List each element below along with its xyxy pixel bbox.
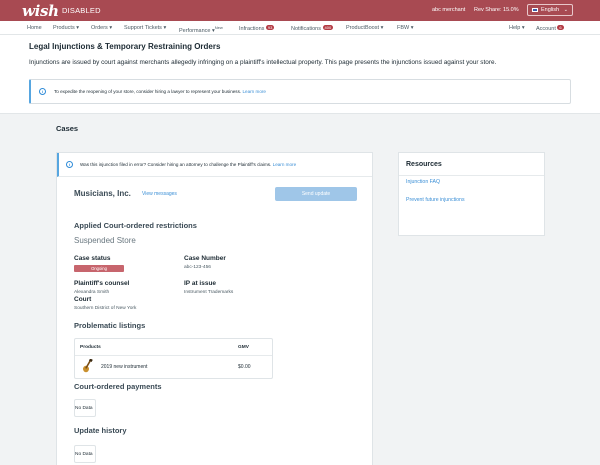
infractions-badge: 93 — [265, 25, 275, 30]
case-status-label: Case status — [74, 255, 111, 262]
tip-text: Was this injunction filed in error? Cons… — [80, 162, 297, 167]
wish-logo[interactable]: wish — [22, 2, 59, 20]
lightbulb-icon: i — [39, 88, 46, 95]
product-gmv: $0.00 — [238, 364, 251, 370]
history-heading: Update history — [74, 426, 127, 435]
notifications-badge: 400 — [322, 25, 334, 30]
nav-fbw[interactable]: FBW ▾ — [397, 25, 414, 31]
court-label: Court — [74, 296, 92, 303]
ip-label: IP at issue — [184, 280, 217, 287]
account-badge: 6 — [557, 25, 564, 30]
resources-title: Resources — [406, 161, 442, 168]
case-number-label: Case Number — [184, 255, 226, 262]
main-nav: Home Products ▾ Orders ▾ Support Tickets… — [0, 21, 600, 35]
chevron-down-icon: ▾ — [109, 25, 113, 31]
counsel-label: Plaintiff's counsel — [74, 280, 130, 287]
send-update-button[interactable]: Send update — [275, 187, 357, 201]
col-gmv: GMV — [238, 345, 249, 350]
flag-icon — [532, 8, 538, 12]
cases-heading: Cases — [56, 124, 79, 133]
chevron-down-icon: ▾ — [521, 25, 525, 31]
language-label: English — [541, 7, 560, 13]
listings-table: Products GMV 2019 new instrument $0.00 — [74, 338, 273, 379]
case-number-value: abc-123-456 — [184, 265, 211, 270]
court-value: Southern District of New York — [74, 306, 137, 311]
nav-notifications[interactable]: Notifications 400 — [291, 25, 334, 32]
table-header: Products GMV — [75, 339, 272, 356]
case-card: i Was this injunction filed in error? Co… — [56, 152, 373, 465]
chevron-down-icon: ▾ — [163, 25, 167, 31]
product-thumbnail[interactable] — [82, 358, 94, 373]
page-description: Injunctions are issued by court against … — [29, 59, 497, 66]
lightbulb-icon: i — [66, 161, 73, 168]
new-tag: New — [214, 25, 223, 30]
ip-value: Instrument Trademarks — [184, 290, 234, 295]
status-badge: Ongoing — [74, 265, 124, 272]
divider — [399, 175, 544, 176]
top-bar: wish DISABLED abc merchant Rev Share: 15… — [0, 0, 600, 21]
payments-empty: No Data — [74, 399, 96, 417]
nav-account[interactable]: Account 6 — [536, 25, 564, 32]
header-panel: Legal Injunctions & Temporary Restrainin… — [0, 35, 600, 114]
disabled-tag: DISABLED — [62, 6, 101, 15]
restriction-value: Suspended Store — [74, 236, 136, 245]
lawyer-tip-banner: i To expedite the reopening of your stor… — [29, 79, 571, 104]
tip-text: To expedite the reopening of your store,… — [54, 89, 266, 94]
rev-share: Rev Share: 15.0% — [474, 7, 519, 13]
nav-home[interactable]: Home — [27, 25, 42, 31]
history-empty: No Data — [74, 445, 96, 463]
nav-products[interactable]: Products ▾ — [53, 25, 79, 31]
nav-infractions[interactable]: Infractions 93 — [239, 25, 275, 32]
chevron-down-icon: ▾ — [380, 25, 384, 31]
nav-performance[interactable]: Performance ▾New — [179, 25, 223, 34]
counsel-value: Alexandra Smith — [74, 290, 110, 295]
chevron-down-icon: ▾ — [76, 25, 80, 31]
chevron-down-icon: ⌄ — [563, 7, 568, 13]
view-messages-link[interactable]: View messages — [142, 191, 177, 197]
no-data-text: No Data — [75, 406, 93, 411]
product-name[interactable]: 2019 new instrument — [101, 364, 147, 370]
page-title: Legal Injunctions & Temporary Restrainin… — [29, 42, 221, 51]
language-select[interactable]: English ⌄ — [527, 4, 573, 16]
nav-support-tickets[interactable]: Support Tickets ▾ — [124, 25, 166, 31]
merchant-name: abc merchant — [432, 7, 466, 13]
injunction-faq-link[interactable]: Injunction FAQ — [406, 179, 440, 185]
listings-heading: Problematic listings — [74, 321, 146, 330]
nav-productboost[interactable]: ProductBoost ▾ — [346, 25, 383, 31]
resources-panel: Resources Injunction FAQ Prevent future … — [398, 152, 545, 236]
prevent-injunctions-link[interactable]: Prevent future injunctions — [406, 197, 465, 203]
plaintiff-name: Musicians, Inc. — [74, 189, 131, 198]
injunction-error-tip: i Was this injunction filed in error? Co… — [57, 153, 372, 177]
learn-more-link[interactable]: Learn more — [242, 89, 266, 94]
col-products: Products — [80, 345, 101, 350]
restrictions-heading: Applied Court-ordered restrictions — [74, 221, 197, 230]
chevron-down-icon: ▾ — [410, 25, 414, 31]
no-data-text: No Data — [75, 452, 93, 457]
nav-orders[interactable]: Orders ▾ — [91, 25, 112, 31]
learn-more-link[interactable]: Learn more — [273, 162, 297, 167]
payments-heading: Court-ordered payments — [74, 382, 162, 391]
nav-help[interactable]: Help ▾ — [509, 25, 525, 31]
